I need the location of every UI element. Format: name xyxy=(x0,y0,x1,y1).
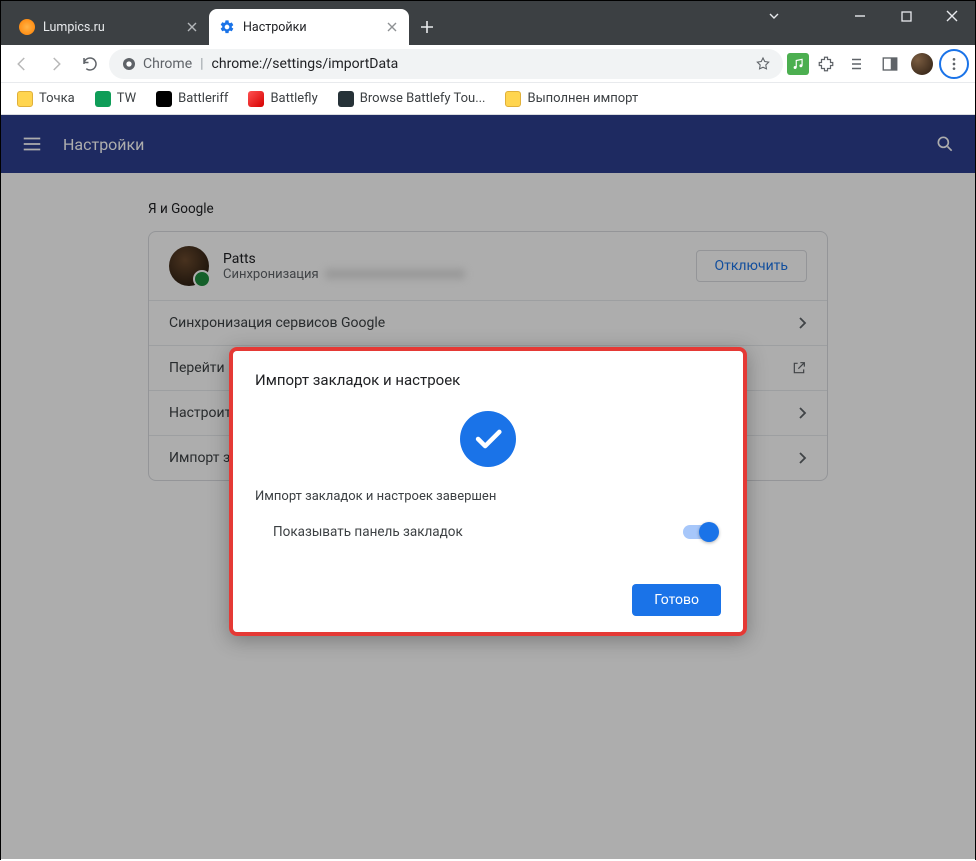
url-separator: | xyxy=(200,56,203,72)
minimize-button[interactable] xyxy=(837,1,883,31)
tab-lumpics[interactable]: Lumpics.ru xyxy=(9,9,209,45)
bookmark-item[interactable]: Выполнен импорт xyxy=(497,87,646,111)
folder-icon xyxy=(505,91,521,107)
close-icon[interactable] xyxy=(185,20,199,34)
close-window-button[interactable] xyxy=(929,1,975,31)
bookmark-item[interactable]: Точка xyxy=(9,87,83,111)
toggle-label: Показывать панель закладок xyxy=(273,524,463,540)
favicon-lumpics xyxy=(19,19,35,35)
extensions-icon[interactable] xyxy=(811,49,841,79)
site-icon xyxy=(248,91,264,107)
bookmark-item[interactable]: Battleriff xyxy=(148,87,236,111)
maximize-button[interactable] xyxy=(883,1,929,31)
checkmark-icon xyxy=(460,411,516,467)
toggle-switch[interactable] xyxy=(683,525,717,539)
gear-icon xyxy=(219,19,235,35)
browser-menu-button[interactable] xyxy=(939,49,969,79)
show-bookmarks-bar-toggle-row: Показывать панель закладок xyxy=(255,520,721,544)
site-icon xyxy=(338,91,354,107)
dialog-message: Импорт закладок и настроек завершен xyxy=(255,489,721,504)
bookmark-label: Выполнен импорт xyxy=(527,91,638,106)
chrome-scheme-icon: Chrome xyxy=(121,56,192,72)
sheets-icon xyxy=(95,91,111,107)
scheme-label: Chrome xyxy=(143,56,192,72)
reload-button[interactable] xyxy=(75,49,105,79)
new-tab-button[interactable] xyxy=(413,13,441,41)
dialog-title: Импорт закладок и настроек xyxy=(255,371,721,389)
tab-settings[interactable]: Настройки xyxy=(209,9,409,45)
bookmarks-bar: Точка TW Battleriff Battlefly Browse Bat… xyxy=(1,83,975,115)
bookmark-label: Battlefly xyxy=(270,91,317,106)
star-icon[interactable] xyxy=(755,56,771,72)
address-bar[interactable]: Chrome | chrome://settings/importData xyxy=(109,49,783,79)
side-panel-icon[interactable] xyxy=(875,49,905,79)
folder-icon xyxy=(17,91,33,107)
tab-strip: Lumpics.ru Настройки xyxy=(1,9,751,45)
bookmark-item[interactable]: TW xyxy=(87,87,144,111)
browser-titlebar: Lumpics.ru Настройки xyxy=(1,1,975,45)
bookmark-item[interactable]: Browse Battlefy Tou... xyxy=(330,87,494,111)
bookmark-item[interactable]: Battlefly xyxy=(240,87,325,111)
chevron-down-icon[interactable] xyxy=(751,1,797,31)
tab-title: Lumpics.ru xyxy=(43,20,177,35)
browser-toolbar: Chrome | chrome://settings/importData xyxy=(1,45,975,83)
tab-title: Настройки xyxy=(243,20,377,35)
highlight-frame: Импорт закладок и настроек Импорт заклад… xyxy=(229,347,747,636)
close-icon[interactable] xyxy=(385,20,399,34)
bookmark-label: Battleriff xyxy=(178,91,228,106)
done-button[interactable]: Готово xyxy=(632,584,721,616)
extension-music-icon[interactable] xyxy=(787,53,809,75)
forward-button[interactable] xyxy=(41,49,71,79)
url-text: chrome://settings/importData xyxy=(212,56,399,72)
import-dialog-wrapper: Импорт закладок и настроек Импорт заклад… xyxy=(229,347,747,636)
profile-avatar[interactable] xyxy=(907,49,937,79)
import-dialog: Импорт закладок и настроек Импорт заклад… xyxy=(233,351,743,632)
reading-list-icon[interactable] xyxy=(843,49,873,79)
site-icon xyxy=(156,91,172,107)
back-button[interactable] xyxy=(7,49,37,79)
toolbar-actions xyxy=(787,49,969,79)
bookmark-label: Browse Battlefy Tou... xyxy=(360,91,486,106)
bookmark-label: Точка xyxy=(39,91,75,106)
window-controls xyxy=(751,1,975,45)
bookmark-label: TW xyxy=(117,91,136,106)
